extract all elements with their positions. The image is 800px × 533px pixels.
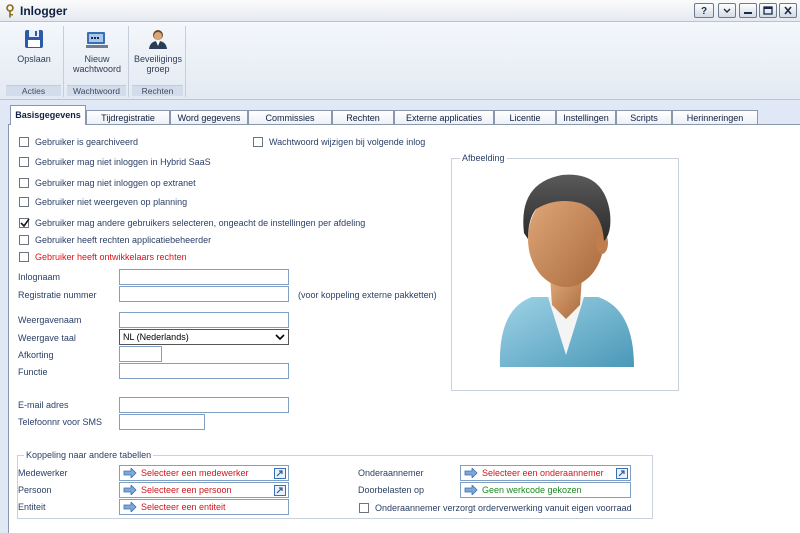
- no-saas-login-checkbox[interactable]: Gebruiker mag niet inloggen in Hybrid Sa…: [19, 157, 211, 167]
- app-admin-checkbox[interactable]: Gebruiker heeft rechten applicatiebeheer…: [19, 235, 211, 245]
- save-button[interactable]: Opslaan: [12, 28, 56, 64]
- maximize-button[interactable]: [759, 3, 777, 18]
- checkbox-box[interactable]: [253, 137, 263, 147]
- maximize-icon: [763, 6, 773, 15]
- sms-label: Telefoonnr voor SMS: [18, 417, 103, 427]
- open-popup-icon[interactable]: [616, 467, 628, 479]
- taal-label: Weergave taal: [18, 333, 76, 343]
- help-icon: ?: [701, 6, 707, 17]
- security-group-icon: [149, 30, 167, 49]
- arrow-right-icon: [123, 468, 137, 478]
- close-button[interactable]: [779, 3, 797, 18]
- new-password-icon: [86, 32, 108, 48]
- registratie-hint: (voor koppeling externe pakketten): [298, 290, 437, 300]
- archived-checkbox[interactable]: Gebruiker is gearchiveerd: [19, 137, 138, 147]
- security-group-button[interactable]: Beveiligings groep: [130, 28, 186, 74]
- window-title: Inlogger: [20, 4, 68, 18]
- change-password-checkbox[interactable]: Wachtwoord wijzigen bij volgende inlog: [253, 137, 425, 147]
- sms-input[interactable]: [119, 414, 205, 430]
- ribbon-group-rechten: Beveiligings groep Rechten: [130, 26, 186, 97]
- tab-bar: Basisgegevens Tijdregistratie Word gegev…: [0, 100, 800, 126]
- registratie-input[interactable]: [119, 286, 289, 302]
- checkbox-box[interactable]: [19, 137, 29, 147]
- save-icon: [25, 30, 43, 48]
- links-caption: Koppeling naar andere tabellen: [24, 450, 154, 460]
- persoon-selector[interactable]: Selecteer een persoon: [119, 482, 289, 498]
- arrow-right-icon: [464, 485, 478, 495]
- close-icon: [784, 6, 792, 15]
- arrow-right-icon: [123, 502, 137, 512]
- taal-select[interactable]: NL (Nederlands): [119, 329, 289, 345]
- checkbox-box[interactable]: [19, 178, 29, 188]
- own-stock-checkbox[interactable]: Onderaannemer verzorgt orderverwerking v…: [359, 503, 632, 513]
- onderaannemer-selector[interactable]: Selecteer een onderaannemer: [460, 465, 631, 481]
- email-input[interactable]: [119, 397, 289, 413]
- hide-from-planning-checkbox[interactable]: Gebruiker niet weergeven op planning: [19, 197, 187, 207]
- svg-text:?: ?: [701, 6, 707, 17]
- functie-label: Functie: [18, 367, 48, 377]
- onderaannemer-label: Onderaannemer: [358, 468, 424, 478]
- arrow-right-icon: [123, 485, 137, 495]
- email-label: E-mail adres: [18, 400, 69, 410]
- tab-basisgegevens[interactable]: Basisgegevens: [10, 105, 86, 125]
- inlognaam-label: Inlognaam: [18, 272, 61, 282]
- inlognaam-input[interactable]: [119, 269, 289, 285]
- ribbon-toolbar: Opslaan Acties Nieuw wachtwoord Wachtwoo…: [0, 22, 800, 100]
- tab-panel-basisgegevens: Gebruiker is gearchiveerd Wachtwoord wij…: [8, 124, 800, 533]
- no-extranet-login-checkbox[interactable]: Gebruiker mag niet inloggen op extranet: [19, 178, 196, 188]
- checkbox-box[interactable]: [19, 197, 29, 207]
- checkbox-box[interactable]: [19, 252, 29, 262]
- ribbon-group-acties: Opslaan Acties: [4, 26, 64, 97]
- doorbelasten-label: Doorbelasten op: [358, 485, 425, 495]
- ribbon-group-wachtwoord: Nieuw wachtwoord Wachtwoord: [65, 26, 129, 97]
- chevron-down-icon: [723, 8, 731, 13]
- persoon-label: Persoon: [18, 485, 52, 495]
- developer-rights-checkbox[interactable]: Gebruiker heeft ontwikkelaars rechten: [19, 252, 187, 262]
- ribbon-group-caption: Acties: [6, 85, 61, 96]
- entiteit-label: Entiteit: [18, 502, 46, 512]
- chevron-down-icon: [275, 334, 285, 341]
- title-bar: Inlogger ?: [0, 0, 800, 22]
- weergavenaam-label: Weergavenaam: [18, 315, 82, 325]
- checkmark-icon: [20, 218, 30, 228]
- weergavenaam-input[interactable]: [119, 312, 289, 328]
- open-popup-icon[interactable]: [274, 467, 286, 479]
- minimize-button[interactable]: [739, 3, 757, 18]
- new-password-button[interactable]: Nieuw wachtwoord: [67, 28, 127, 74]
- medewerker-label: Medewerker: [18, 468, 68, 478]
- afkorting-input[interactable]: [119, 346, 162, 362]
- ribbon-group-caption: Rechten: [132, 85, 183, 96]
- select-other-users-checkbox[interactable]: Gebruiker mag andere gebruikers selecter…: [19, 218, 365, 228]
- functie-input[interactable]: [119, 363, 289, 379]
- afkorting-label: Afkorting: [18, 350, 54, 360]
- picture-frame[interactable]: Afbeelding: [451, 153, 679, 391]
- checkbox-box[interactable]: [19, 235, 29, 245]
- checkbox-box[interactable]: [19, 157, 29, 167]
- help-button[interactable]: ?: [694, 3, 714, 18]
- open-popup-icon[interactable]: [274, 484, 286, 496]
- user-avatar-icon: [499, 174, 634, 367]
- dropdown-button[interactable]: [718, 3, 736, 18]
- key-icon: [6, 4, 14, 18]
- minimize-icon: [744, 12, 752, 14]
- entiteit-selector[interactable]: Selecteer een entiteit: [119, 499, 289, 515]
- registratie-label: Registratie nummer: [18, 290, 97, 300]
- checkbox-box[interactable]: [19, 218, 30, 228]
- medewerker-selector[interactable]: Selecteer een medewerker: [119, 465, 289, 481]
- checkbox-box[interactable]: [359, 503, 369, 513]
- ribbon-group-caption: Wachtwoord: [67, 85, 126, 96]
- doorbelasten-selector[interactable]: Geen werkcode gekozen: [460, 482, 631, 498]
- arrow-right-icon: [464, 468, 478, 478]
